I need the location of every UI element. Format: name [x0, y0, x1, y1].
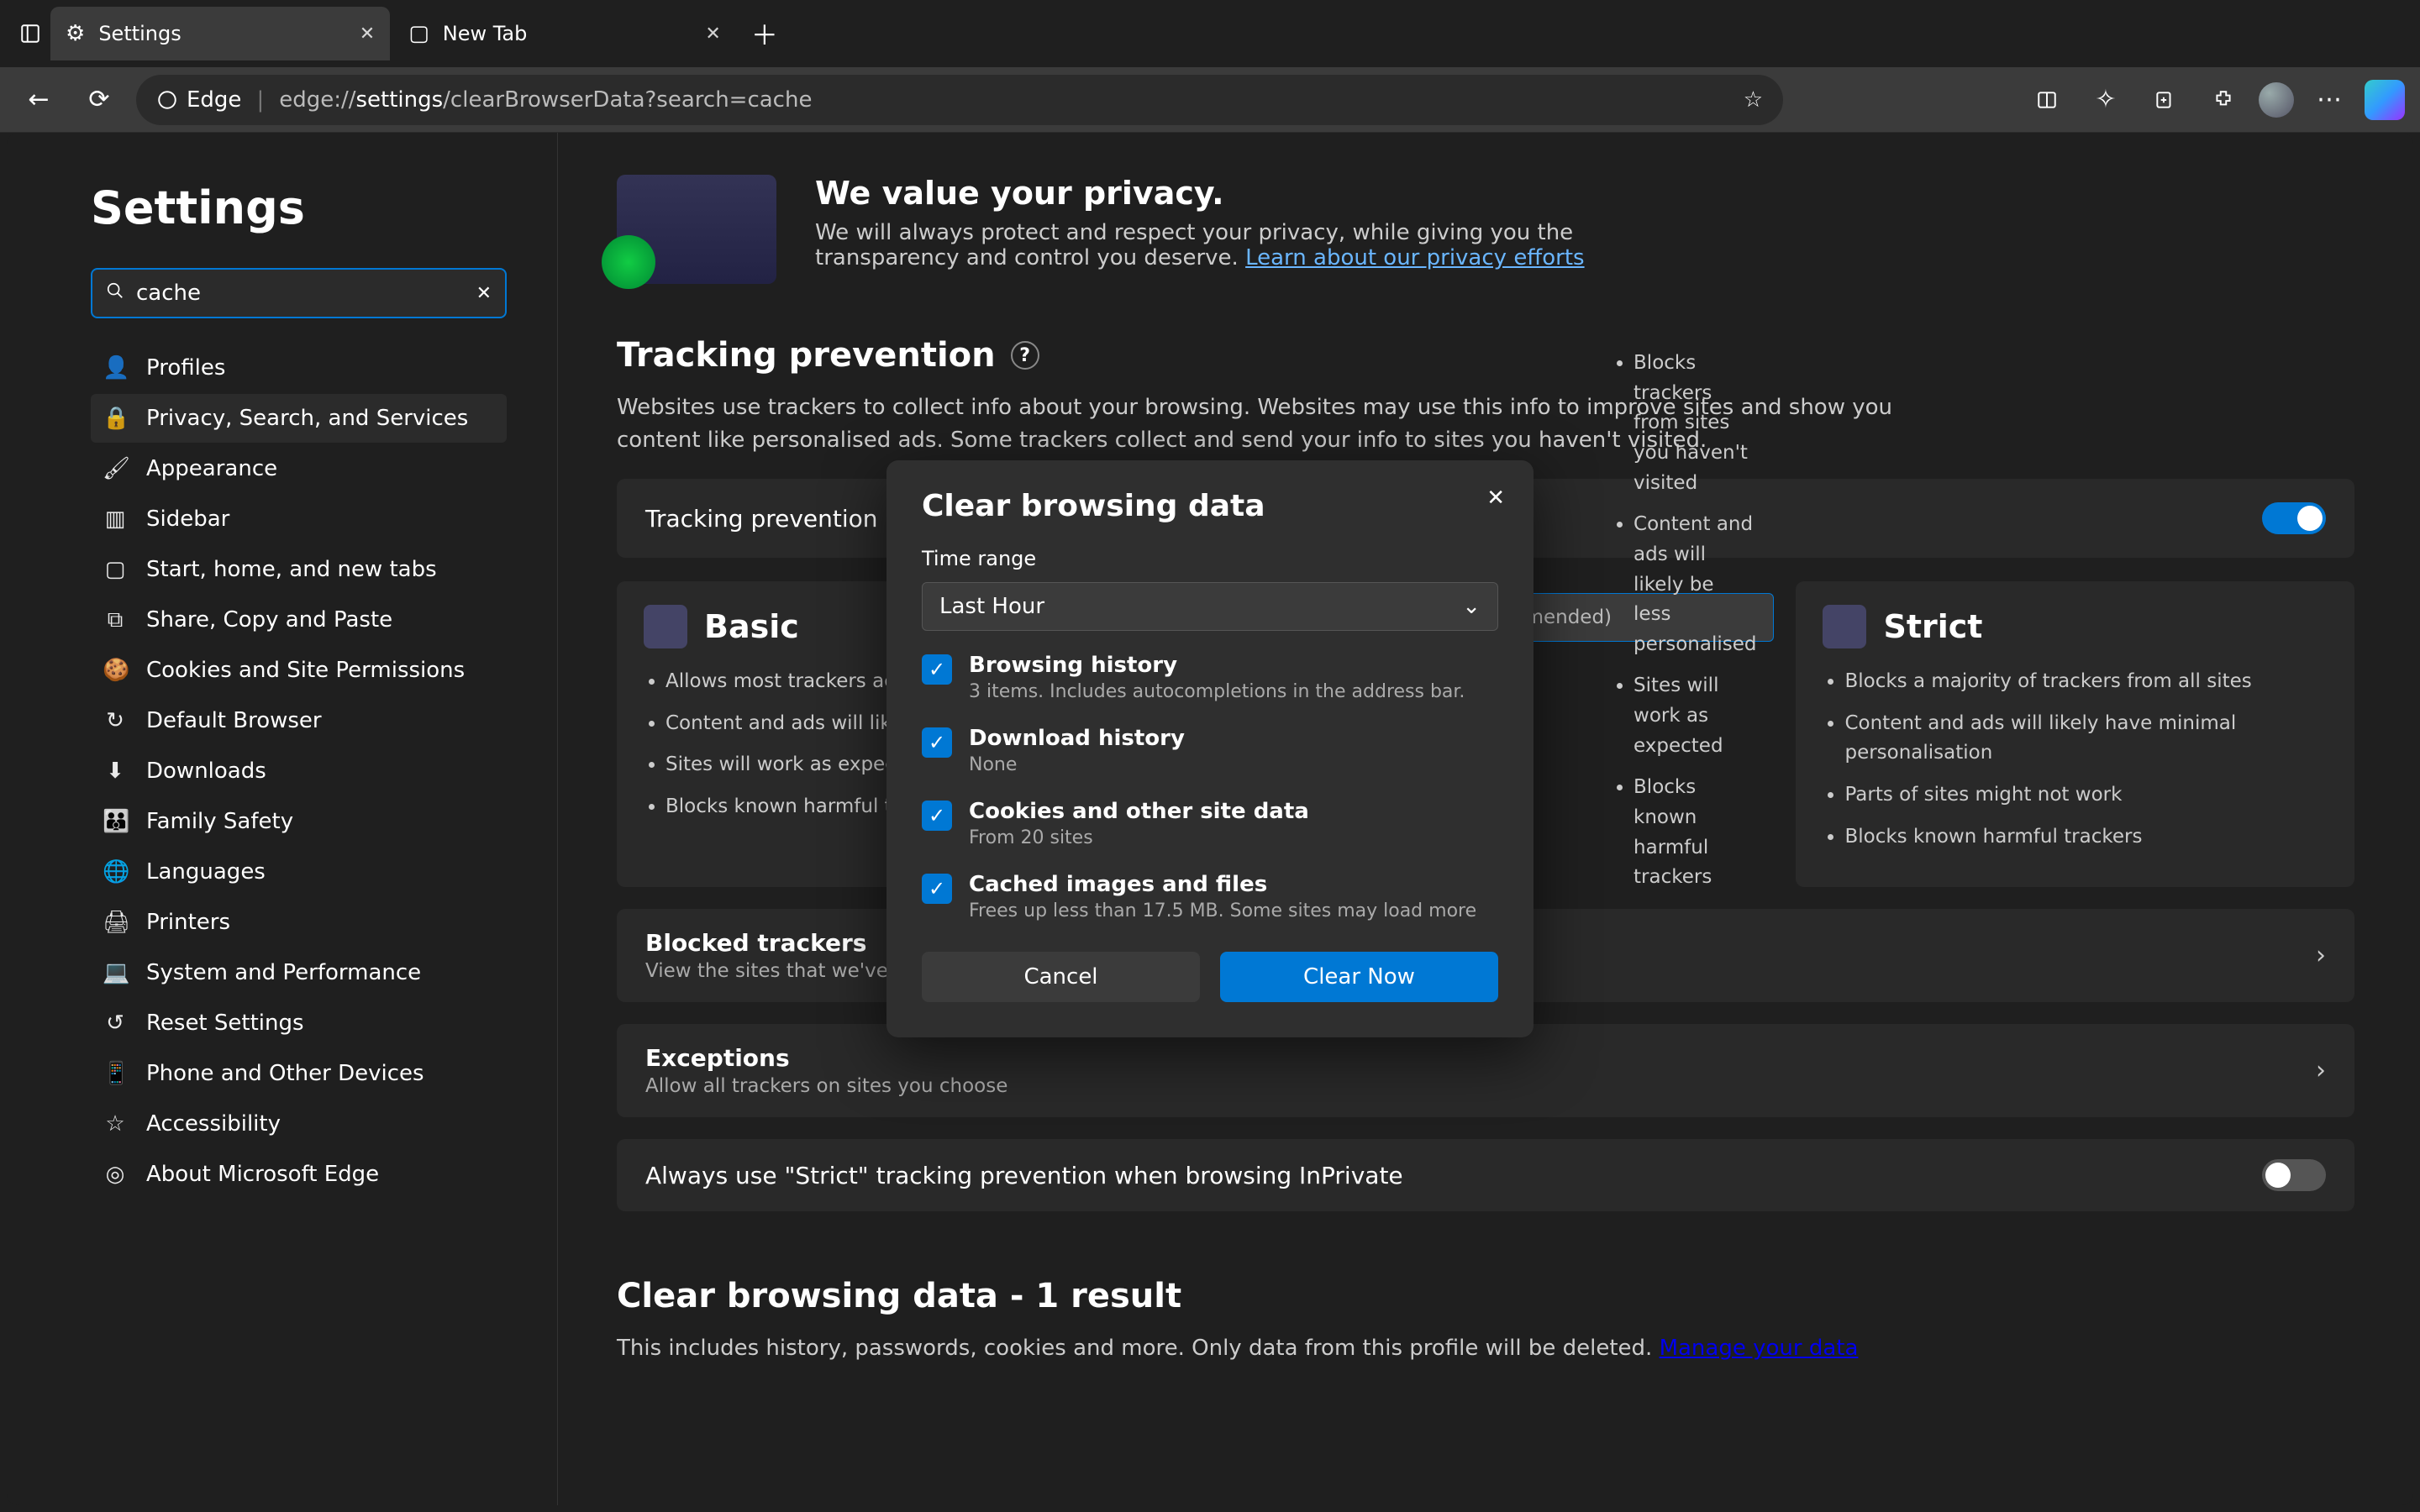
favorites-icon[interactable]: ✧: [2082, 76, 2129, 123]
time-range-label: Time range: [922, 547, 1498, 570]
option-desc: None: [969, 754, 1185, 775]
option-title: Cached images and files: [969, 872, 1476, 897]
checkbox[interactable]: ✓: [922, 801, 952, 831]
chevron-down-icon: ⌄: [1462, 594, 1481, 619]
toolbar: ← ⟳ Edge | edge://settings/clearBrowserD…: [0, 67, 2420, 133]
select-value: Last Hour: [939, 594, 1044, 619]
extensions-icon[interactable]: [2200, 76, 2247, 123]
checkbox[interactable]: ✓: [922, 874, 952, 904]
tab-settings[interactable]: ⚙ Settings ✕: [50, 7, 390, 60]
option-desc: Frees up less than 17.5 MB. Some sites m…: [969, 900, 1476, 921]
menu-icon[interactable]: ⋯: [2306, 76, 2353, 123]
back-button[interactable]: ←: [15, 76, 62, 123]
clear-now-button[interactable]: Clear Now: [1220, 952, 1498, 1002]
checkbox[interactable]: ✓: [922, 654, 952, 685]
option-title: Browsing history: [969, 653, 1465, 678]
tab-newtab[interactable]: ▢ New Tab ✕: [393, 7, 736, 60]
favorite-icon[interactable]: ☆: [1744, 87, 1763, 113]
url-text: edge://settings/clearBrowserData?search=…: [279, 87, 812, 113]
site-identity: Edge: [156, 87, 241, 113]
gear-icon: ⚙: [66, 21, 85, 46]
settings-page: Settings ✕ 👤Profiles🔒Privacy, Search, an…: [7, 133, 2413, 1505]
copilot-icon[interactable]: [2365, 80, 2405, 120]
option-title: Cookies and other site data: [969, 799, 1309, 824]
cancel-button[interactable]: Cancel: [922, 952, 1200, 1002]
clear-option[interactable]: ✓ Download history None: [922, 726, 1498, 775]
option-desc: 3 items. Includes autocompletions in the…: [969, 681, 1465, 702]
tab-label: Settings: [98, 22, 181, 45]
new-tab-button[interactable]: ＋: [739, 14, 790, 53]
profile-avatar[interactable]: [2259, 82, 2294, 118]
tab-strip: ⚙ Settings ✕ ▢ New Tab ✕ ＋: [0, 0, 2420, 67]
refresh-button[interactable]: ⟳: [76, 76, 123, 123]
clear-option[interactable]: ✓ Cached images and files Frees up less th…: [922, 872, 1498, 921]
clear-option[interactable]: ✓ Browsing history 3 items. Includes autoc…: [922, 653, 1498, 702]
close-dialog-icon[interactable]: ✕: [1486, 486, 1505, 511]
tab-label: New Tab: [443, 22, 528, 45]
close-icon[interactable]: ✕: [705, 24, 720, 45]
split-screen-icon[interactable]: [2023, 76, 2070, 123]
time-range-select[interactable]: Last Hour ⌄: [922, 582, 1498, 631]
page-icon: ▢: [408, 21, 429, 46]
tab-actions-icon[interactable]: [13, 17, 47, 50]
collections-icon[interactable]: [2141, 76, 2188, 123]
modal-overlay: Clear browsing data ✕ Time range Last Ho…: [7, 133, 2413, 1505]
clear-option[interactable]: ✓ Cookies and other site data From 20 site…: [922, 799, 1498, 848]
checkbox[interactable]: ✓: [922, 727, 952, 758]
close-icon[interactable]: ✕: [360, 24, 375, 45]
address-bar[interactable]: Edge | edge://settings/clearBrowserData?…: [136, 75, 1783, 125]
option-title: Download history: [969, 726, 1185, 751]
clear-data-dialog: Clear browsing data ✕ Time range Last Ho…: [886, 460, 1534, 1037]
dialog-title: Clear browsing data: [922, 489, 1498, 523]
option-desc: From 20 sites: [969, 827, 1309, 848]
